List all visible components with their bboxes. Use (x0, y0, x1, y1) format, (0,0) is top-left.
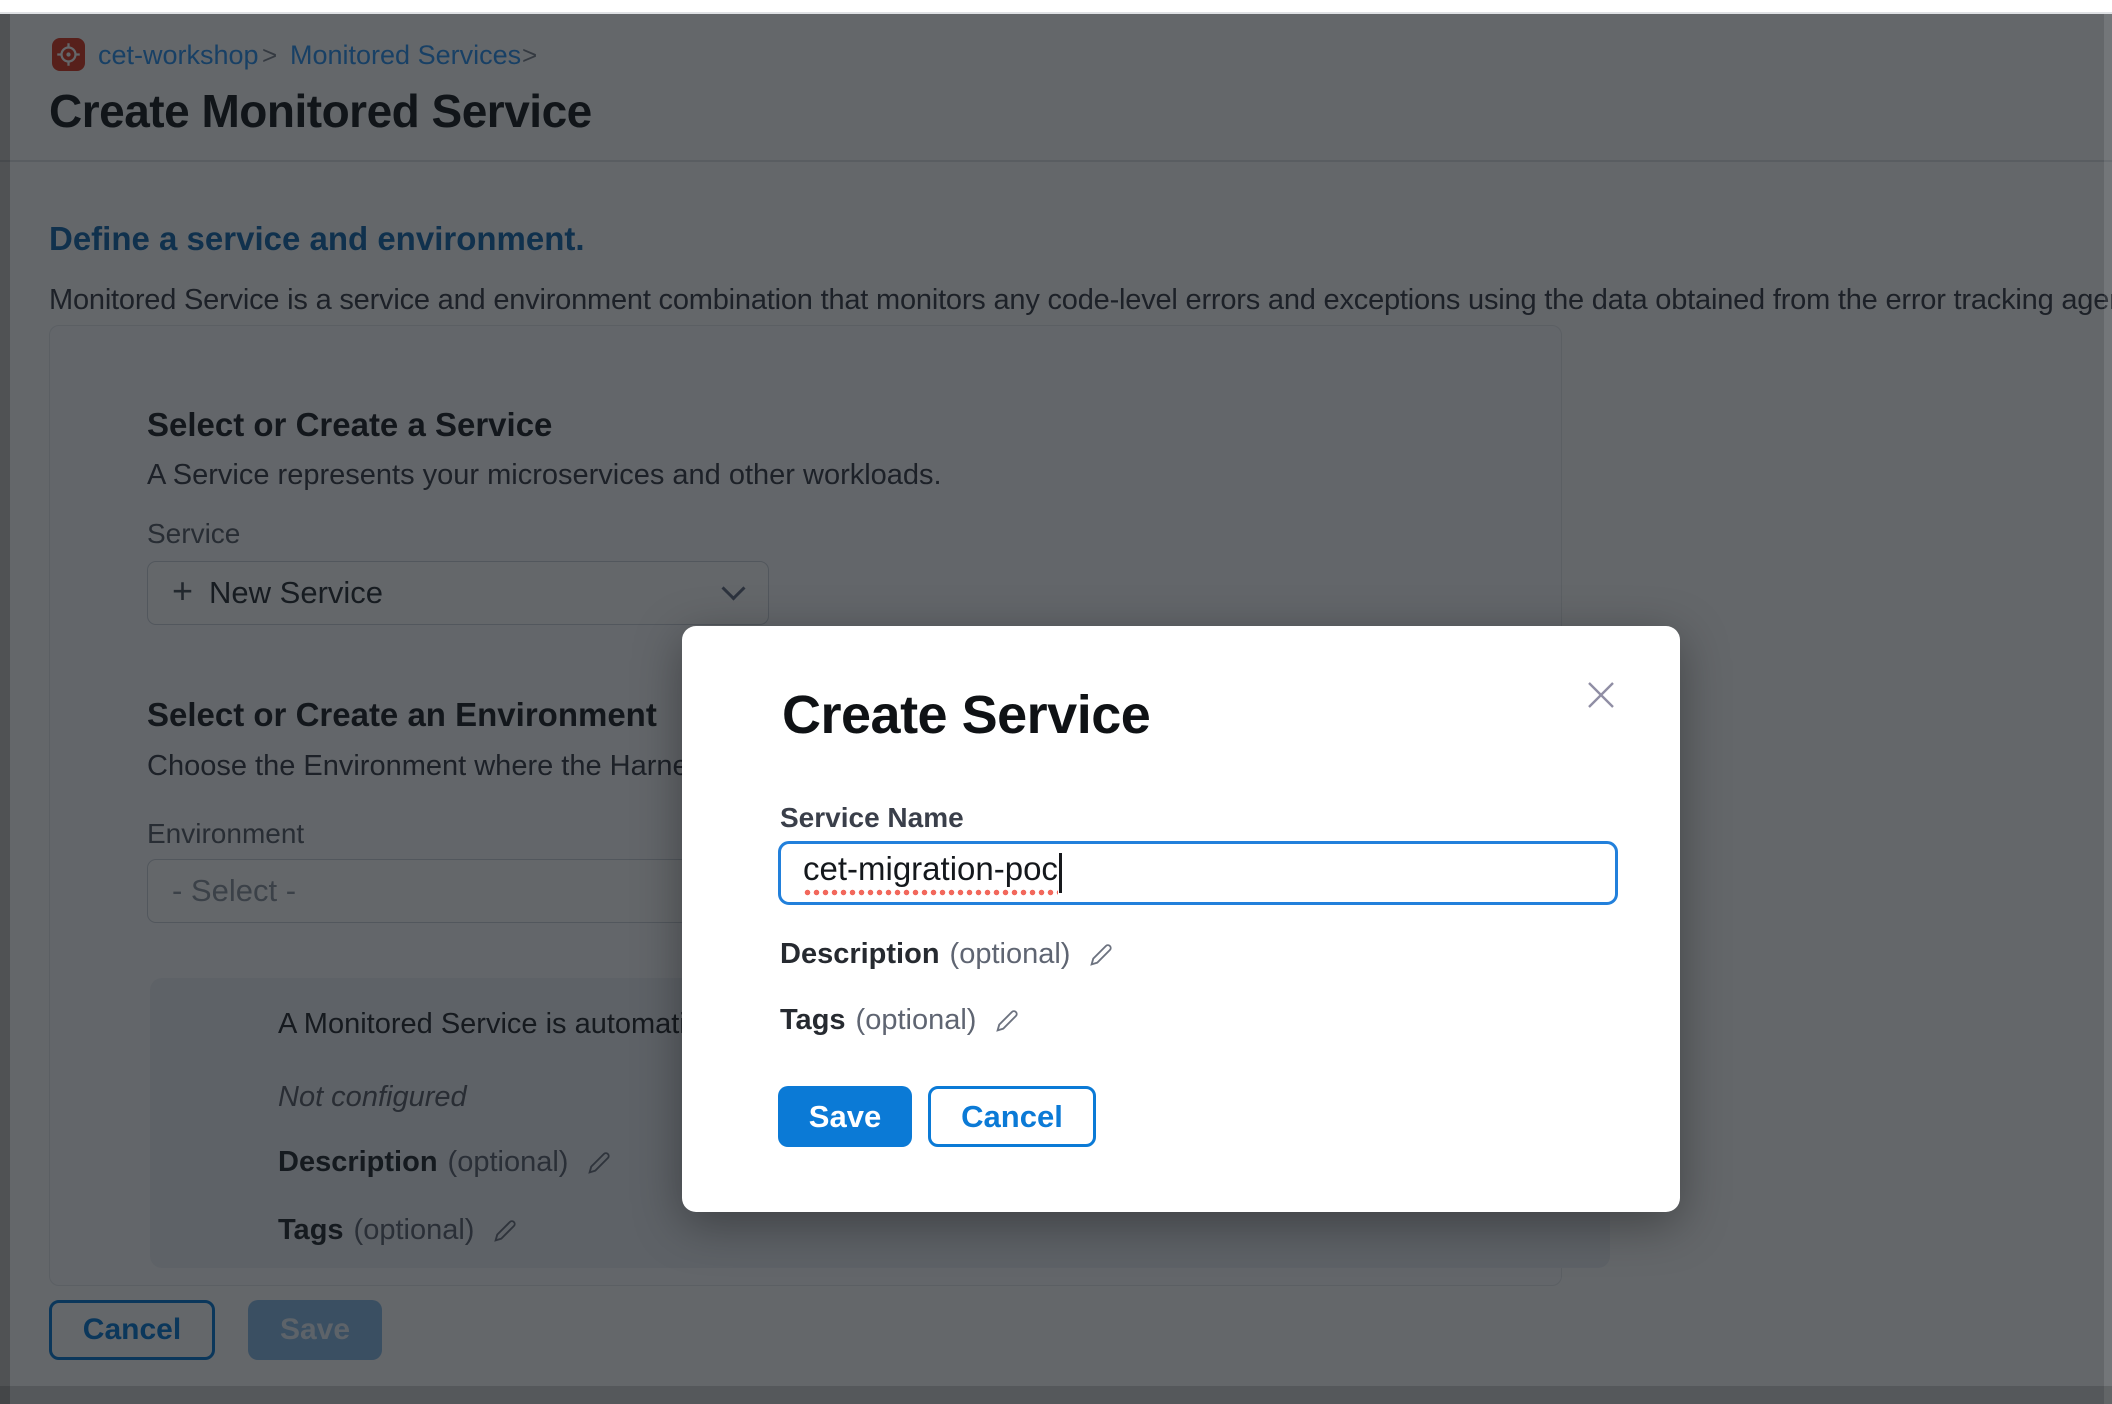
edit-pencil-icon[interactable] (992, 1006, 1022, 1036)
scrollbar-gutter[interactable] (2104, 12, 2112, 1404)
tags-label: Tags (780, 1004, 846, 1037)
modal-save-button[interactable]: Save (778, 1086, 912, 1147)
create-service-modal: Create Service Service Name cet-migratio… (682, 626, 1680, 1212)
optional-suffix: (optional) (950, 938, 1071, 971)
edit-pencil-icon[interactable] (1086, 940, 1116, 970)
service-name-input[interactable]: cet-migration-poc (778, 841, 1618, 905)
window-top-bar (0, 0, 2112, 14)
optional-suffix: (optional) (856, 1004, 977, 1037)
service-name-label: Service Name (780, 802, 964, 834)
screen: cet-workshop > Monitored Services > Crea… (0, 0, 2112, 1404)
window-left-edge (0, 12, 10, 1404)
modal-title: Create Service (782, 684, 1150, 746)
modal-description-row: Description (optional) (780, 938, 1116, 971)
modal-cancel-button[interactable]: Cancel (928, 1086, 1096, 1147)
description-label: Description (780, 938, 940, 971)
modal-tags-row: Tags (optional) (780, 1004, 1022, 1037)
close-icon[interactable] (1584, 678, 1618, 712)
service-name-value: cet-migration-poc (803, 850, 1058, 896)
text-caret (1059, 853, 1062, 893)
window-bottom-edge (0, 1386, 2112, 1404)
